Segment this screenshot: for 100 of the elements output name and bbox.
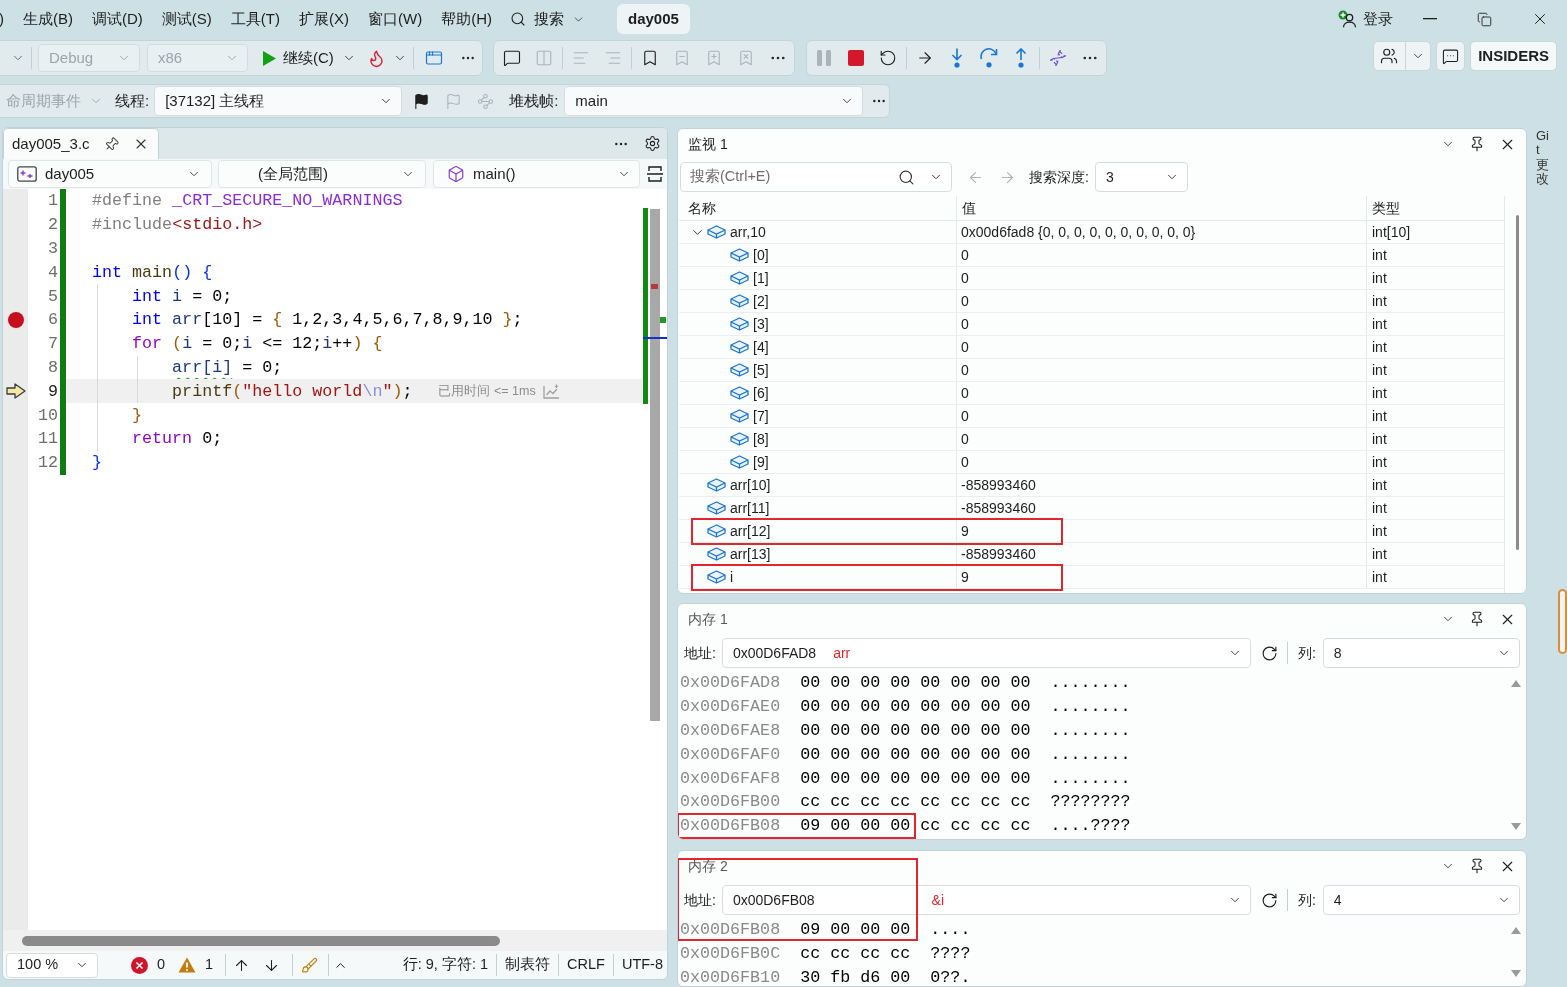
indentation-mode[interactable]: 制表符	[505, 954, 551, 976]
menu-item[interactable]: 帮助(H)	[441, 7, 492, 31]
search-field[interactable]: 搜索(Ctrl+E)	[690, 166, 898, 188]
brush-icon[interactable]	[301, 956, 319, 974]
variable-value: 0	[961, 268, 969, 288]
line-number: 10	[37, 404, 58, 427]
warning-count-button[interactable]: 1	[178, 954, 214, 976]
insiders-button[interactable]: INSIDERS	[1470, 41, 1557, 71]
feedback-button[interactable]	[1436, 41, 1466, 71]
account-button[interactable]	[1373, 41, 1432, 71]
menu-item[interactable]: 扩展(X)	[299, 7, 349, 31]
columns-dropdown[interactable]: 4	[1322, 885, 1520, 915]
search-box[interactable]: 搜索(Ctrl+E)	[680, 162, 952, 192]
memory-ascii: ....????	[1050, 815, 1131, 838]
variable-name[interactable]: [8]	[753, 428, 769, 450]
scope-dropdown[interactable]: (全局范围)	[218, 160, 426, 188]
flag-icon[interactable]	[412, 92, 430, 110]
thread-dropdown[interactable]: [37132] 主线程	[154, 86, 403, 116]
address-field[interactable]: 0x00D6FB08 &i	[721, 885, 1251, 915]
variable-type: int	[1372, 291, 1387, 311]
dna-icon[interactable]	[1049, 49, 1067, 67]
continue-button[interactable]: 继续(C)	[256, 44, 359, 72]
menu-item[interactable]: 窗口(W)	[368, 7, 423, 31]
step-out-icon[interactable]	[1015, 48, 1027, 68]
variable-icon	[730, 386, 749, 400]
error-count-button[interactable]: 0	[131, 954, 166, 976]
variable-name[interactable]: [1]	[753, 267, 769, 289]
scroll-down-icon[interactable]	[1511, 970, 1521, 977]
git-changes-tab[interactable]: Git 更改	[1536, 129, 1549, 187]
variable-name[interactable]: i	[730, 566, 734, 588]
step-over-icon[interactable]	[979, 48, 999, 68]
project-dropdown[interactable]: day005	[8, 160, 212, 188]
settings-icon[interactable]	[644, 135, 661, 152]
step-into-icon[interactable]	[951, 48, 963, 68]
pin-icon[interactable]	[1469, 136, 1485, 152]
restart-icon[interactable]	[879, 49, 897, 67]
variable-name[interactable]: [5]	[753, 359, 769, 381]
encoding[interactable]: UTF-8	[621, 954, 663, 976]
scroll-up-icon[interactable]	[1511, 927, 1521, 934]
variable-name[interactable]: [9]	[753, 451, 769, 473]
scroll-down-icon[interactable]	[1511, 823, 1521, 830]
menu-item[interactable]: 工具(T)	[230, 7, 280, 31]
variable-name[interactable]: [3]	[753, 313, 769, 335]
code-line: printf("hello world\n");	[172, 380, 413, 403]
variable-name[interactable]: [6]	[753, 382, 769, 404]
memory-address: 0x00D6FAD8	[680, 672, 781, 695]
scrollbar-thumb[interactable]	[1516, 215, 1519, 550]
scrollbar-thumb[interactable]	[650, 209, 660, 721]
arrow-right-icon[interactable]	[916, 49, 934, 67]
columns-label: 列:	[1297, 643, 1316, 663]
pin-icon[interactable]	[1469, 858, 1485, 874]
variable-icon	[730, 248, 749, 262]
variable-name[interactable]: arr[11]	[730, 497, 770, 519]
column-header: 名称	[688, 198, 716, 218]
variable-type: int	[1372, 360, 1387, 380]
variable-name[interactable]: [4]	[753, 336, 769, 358]
split-icon[interactable]	[647, 165, 663, 183]
search-button[interactable]: 搜索	[509, 7, 585, 31]
refresh-icon[interactable]	[1260, 644, 1278, 662]
memory-bytes: 09 00 00 00 cc cc cc cc	[800, 815, 1031, 838]
variable-type: int	[1372, 314, 1387, 334]
line-ending[interactable]: CRLF	[567, 954, 605, 976]
pin-icon[interactable]	[1469, 611, 1485, 627]
variable-name[interactable]: arr,10	[730, 221, 766, 243]
variable-name[interactable]: [2]	[753, 290, 769, 312]
memory-address: 0x00D6FB08	[680, 815, 781, 838]
search-icon[interactable]	[898, 168, 915, 186]
menu-item[interactable]: 生成(B)	[23, 7, 73, 31]
address-field[interactable]: 0x00D6FAD8 arr	[721, 638, 1251, 668]
bookmark-icon[interactable]	[641, 49, 659, 67]
breakpoint-icon[interactable]	[7, 311, 24, 328]
variable-name[interactable]: arr[12]	[730, 520, 771, 542]
variable-name[interactable]: [7]	[753, 405, 769, 427]
cursor-position[interactable]: 行: 9, 字符: 1	[402, 954, 489, 976]
variable-icon	[730, 294, 749, 308]
menu-item[interactable]: 调试(D)	[92, 7, 143, 31]
memory-ascii: ........	[1050, 672, 1131, 695]
stack-frame-dropdown[interactable]: main	[564, 86, 864, 116]
member-dropdown[interactable]: main()	[433, 160, 640, 188]
scroll-indicator	[1558, 589, 1567, 655]
scrollbar-thumb[interactable]	[22, 935, 500, 946]
editor-tab[interactable]: day005_3.c	[3, 128, 159, 159]
line-number: 8	[48, 356, 58, 379]
depth-dropdown[interactable]: 3	[1094, 162, 1188, 192]
variable-name[interactable]: arr[13]	[730, 543, 771, 565]
variable-name[interactable]: [0]	[753, 244, 769, 266]
variable-type: int	[1372, 498, 1387, 518]
variable-name[interactable]: arr[10]	[730, 474, 771, 496]
line-number: 5	[48, 285, 58, 308]
app-window-icon[interactable]	[424, 49, 443, 67]
sign-in-button[interactable]: 登录	[1338, 7, 1393, 31]
comment-icon[interactable]	[503, 49, 521, 67]
zoom-dropdown[interactable]: 100 %	[6, 952, 98, 978]
columns-dropdown[interactable]: 8	[1322, 638, 1520, 668]
refresh-icon[interactable]	[1260, 891, 1278, 909]
memory-ascii: ........	[1050, 696, 1131, 719]
variable-value: 0	[961, 245, 969, 265]
scroll-up-icon[interactable]	[1511, 680, 1521, 687]
menu-item[interactable]: 测试(S)	[161, 7, 212, 31]
variable-type: int	[1372, 544, 1387, 564]
